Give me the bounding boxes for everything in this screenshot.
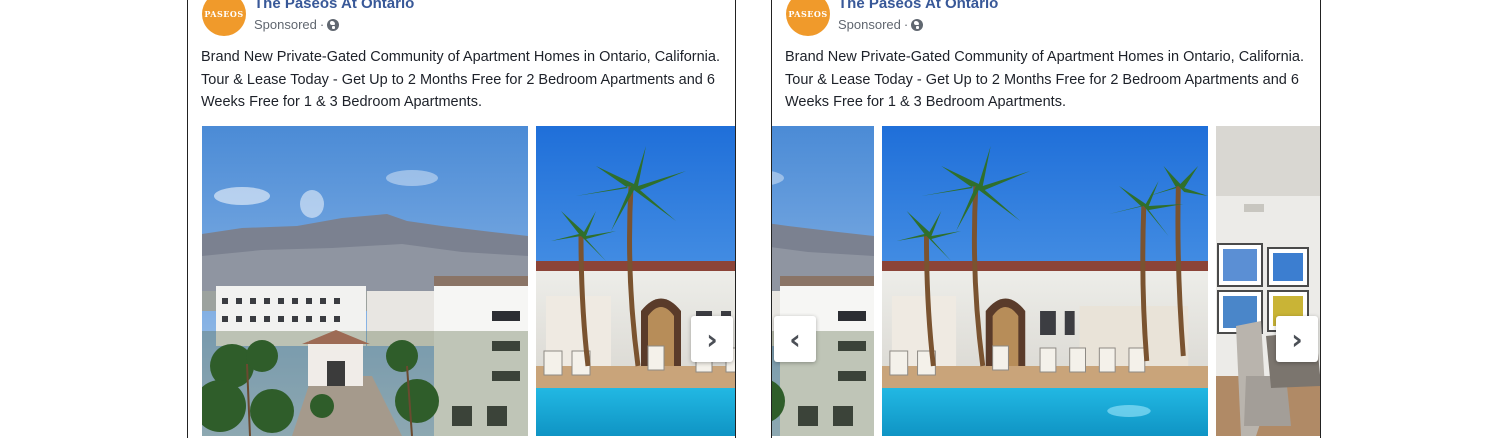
ad-caption: Brand New Private-Gated Community of Apa… [785, 49, 1304, 110]
sponsored-label[interactable]: Sponsored [838, 17, 901, 32]
carousel-next-button[interactable]: › [691, 316, 733, 362]
carousel-prev-button[interactable]: ‹ [774, 316, 816, 362]
post-meta: Sponsored · [254, 17, 340, 32]
chevron-right-icon: › [706, 322, 718, 356]
carousel-photo-interior[interactable] [1216, 126, 1320, 436]
ad-post-card: PASEOS The Paseos At Ontario Sponsored ·… [187, 0, 736, 438]
carousel-next-button[interactable]: › [1276, 316, 1318, 362]
post-meta: Sponsored · [838, 17, 924, 32]
meta-separator: · [903, 17, 909, 32]
avatar-logo-text: PASEOS [788, 9, 828, 19]
ad-post-card: PASEOS The Paseos At Ontario Sponsored ·… [771, 0, 1321, 438]
globe-icon[interactable] [911, 18, 924, 31]
globe-icon[interactable] [327, 18, 340, 31]
page-name-link[interactable]: The Paseos At Ontario [838, 0, 998, 12]
page-avatar[interactable]: PASEOS [202, 0, 246, 36]
carousel-photo-pool[interactable] [536, 126, 736, 436]
page-avatar[interactable]: PASEOS [786, 0, 830, 36]
carousel-photo-aerial-partial[interactable] [772, 126, 874, 436]
carousel-photo-pool[interactable] [882, 126, 1208, 436]
ad-caption: Brand New Private-Gated Community of Apa… [201, 49, 720, 110]
page-name-link[interactable]: The Paseos At Ontario [254, 0, 414, 12]
sponsored-label[interactable]: Sponsored [254, 17, 317, 32]
chevron-left-icon: ‹ [789, 322, 801, 356]
meta-separator: · [319, 17, 325, 32]
chevron-right-icon: › [1291, 322, 1303, 356]
carousel-photo-aerial[interactable] [202, 126, 528, 436]
avatar-logo-text: PASEOS [204, 9, 244, 19]
